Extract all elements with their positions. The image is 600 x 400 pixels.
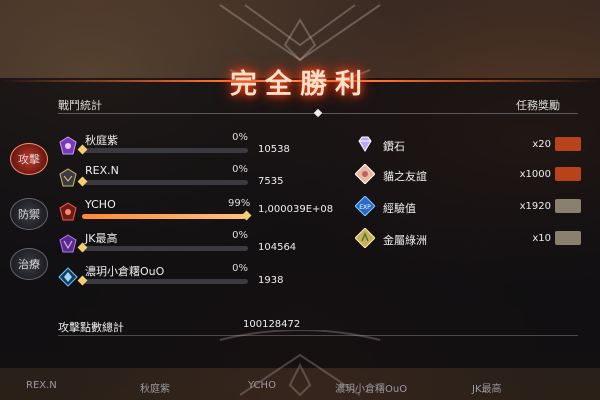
- player-percent: 0%: [232, 164, 248, 175]
- reward-badge: [555, 199, 581, 213]
- reward-count: x1000: [519, 169, 551, 180]
- cat-badge-icon: [355, 164, 375, 184]
- player-progress-bar: [82, 246, 248, 251]
- player-value: 104564: [258, 242, 297, 253]
- diamond-icon: [358, 136, 372, 152]
- tab-heal-label: 治療: [18, 258, 40, 271]
- reward-item: 貓之友誼 x1000: [355, 164, 595, 188]
- purple-emblem-icon: [59, 136, 77, 155]
- reward-count: x20: [532, 139, 551, 150]
- red-emblem-icon: [59, 202, 77, 221]
- mission-rewards-header: 任務獎勵: [516, 99, 560, 112]
- tab-defense-label: 防禦: [18, 208, 40, 221]
- metal-oasis-icon: [355, 228, 375, 248]
- reward-badge: [555, 231, 581, 245]
- tab-defense[interactable]: 防禦: [10, 198, 48, 230]
- player-progress-bar: [82, 214, 248, 219]
- player-name: REX.N: [85, 164, 119, 177]
- reward-name: 貓之友誼: [383, 170, 427, 183]
- player-progress-bar: [82, 148, 248, 153]
- team-member-name: JK最高: [472, 384, 502, 395]
- gold-emblem-icon: [59, 168, 77, 187]
- violet-emblem-icon: [59, 234, 77, 253]
- blue-emblem-icon: [58, 267, 78, 287]
- team-member-name: YCHO: [248, 380, 276, 391]
- player-name: JK最高: [85, 232, 118, 245]
- player-value: 10538: [258, 144, 290, 155]
- player-value: 1,000039E+08: [258, 204, 334, 215]
- player-name: YCHO: [85, 198, 116, 211]
- team-member-name: 濃玥小倉糬OuO: [335, 384, 408, 395]
- reward-badge: [555, 167, 581, 181]
- player-percent: 99%: [228, 198, 251, 209]
- reward-item: EXP 經驗值 x1920: [355, 196, 595, 220]
- player-progress-bar: [82, 279, 248, 284]
- player-row: 濃玥小倉糬OuO 0% 1938: [58, 263, 308, 303]
- reward-count: x1920: [519, 201, 551, 212]
- tab-attack-label: 攻擊: [18, 153, 40, 166]
- player-progress-bar: [82, 180, 248, 185]
- battle-stats-header: 戰鬥統計: [58, 99, 102, 112]
- reward-name: 經驗值: [383, 202, 416, 215]
- reward-badge: [555, 137, 581, 151]
- tab-attack[interactable]: 攻擊: [10, 143, 48, 175]
- team-bar: REX.N 秋庭紫 YCHO 濃玥小倉糬OuO JK最高: [0, 378, 600, 400]
- total-attack-label: 攻擊點數總計: [58, 321, 124, 334]
- player-name: 秋庭紫: [85, 134, 118, 147]
- team-member-name: 秋庭紫: [140, 384, 170, 395]
- team-member-name: REX.N: [26, 380, 57, 391]
- player-percent: 0%: [232, 263, 248, 274]
- reward-item: 鑽石 x20: [355, 134, 595, 158]
- victory-title: 完全勝利: [230, 69, 370, 100]
- player-percent: 0%: [232, 230, 248, 241]
- reward-name: 鑽石: [383, 140, 405, 153]
- exp-icon: EXP: [355, 196, 375, 216]
- reward-count: x10: [532, 233, 551, 244]
- player-value: 1938: [258, 275, 284, 286]
- player-percent: 0%: [232, 132, 248, 143]
- total-attack-value: 100128472: [243, 319, 301, 330]
- reward-item: 金屬綠洲 x10: [355, 228, 595, 252]
- player-name: 濃玥小倉糬OuO: [85, 265, 165, 278]
- svg-text:EXP: EXP: [359, 204, 371, 211]
- tab-heal[interactable]: 治療: [10, 248, 48, 280]
- reward-name: 金屬綠洲: [383, 234, 427, 247]
- player-value: 7535: [258, 176, 284, 187]
